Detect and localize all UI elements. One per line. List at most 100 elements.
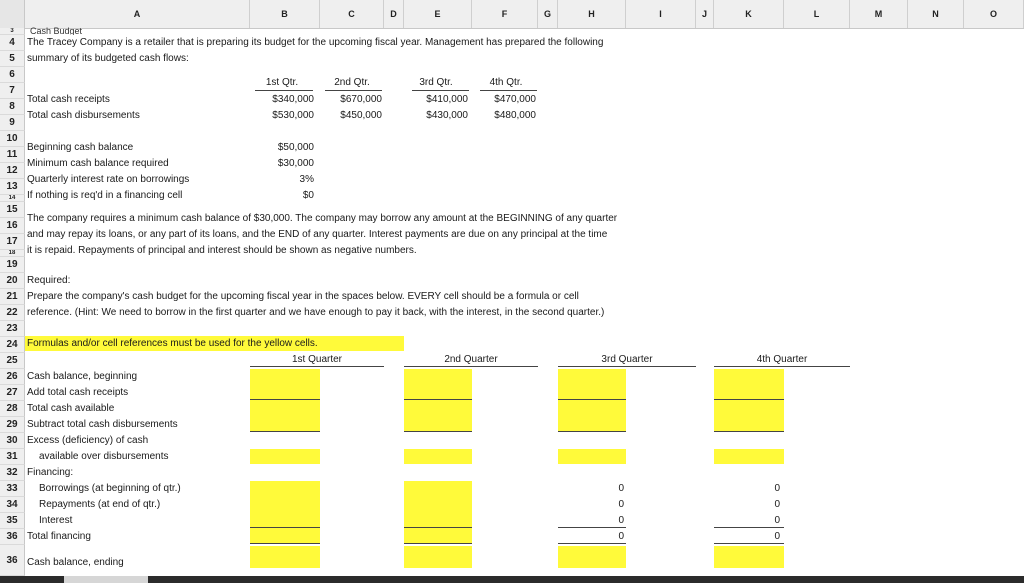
row-header[interactable]: 5 xyxy=(0,51,25,67)
row-header[interactable]: 13 xyxy=(0,179,25,195)
cell-a17[interactable]: it is repaid. Repayments of principal an… xyxy=(27,243,417,258)
cell-b8[interactable]: $530,000 xyxy=(250,108,314,123)
cell-a33[interactable]: Repayments (at end of qtr.) xyxy=(39,497,160,512)
cell-a30[interactable]: available over disbursements xyxy=(39,449,169,464)
cell-a15[interactable]: The company requires a minimum cash bala… xyxy=(27,211,617,226)
row-header[interactable]: 26 xyxy=(0,369,25,385)
row-header[interactable]: 4 xyxy=(0,35,25,51)
cell-f8[interactable]: $480,000 xyxy=(472,108,536,123)
cell-b6[interactable]: 1st Qtr. xyxy=(252,75,312,90)
row-header[interactable]: 14 xyxy=(0,195,25,202)
column-header-j[interactable]: J xyxy=(696,0,714,28)
row-header[interactable]: 31 xyxy=(0,449,25,465)
cell-b24[interactable]: 1st Quarter xyxy=(250,352,384,367)
cell-h33[interactable]: 0 xyxy=(558,497,624,512)
cell-b11[interactable]: $30,000 xyxy=(250,156,314,171)
input-cell-q2-rows25-28[interactable] xyxy=(404,369,472,432)
column-header-g[interactable]: G xyxy=(538,0,558,28)
column-header-d[interactable]: D xyxy=(384,0,404,28)
input-cell-q1-row30[interactable] xyxy=(250,449,320,464)
input-cell-q1-rows32-35[interactable] xyxy=(250,481,320,544)
cell-b13[interactable]: $0 xyxy=(250,188,314,203)
input-cell-q3-rows25-28[interactable] xyxy=(558,369,626,432)
column-header-k[interactable]: K xyxy=(714,0,784,28)
select-all-corner[interactable] xyxy=(0,0,25,28)
row-header[interactable]: 9 xyxy=(0,115,25,131)
column-header-o[interactable]: O xyxy=(964,0,1024,28)
cell-h35[interactable]: 0 xyxy=(558,529,624,544)
cell-c7[interactable]: $670,000 xyxy=(316,92,382,107)
cell-a23[interactable]: Formulas and/or cell references must be … xyxy=(27,336,318,351)
row-header[interactable]: 33 xyxy=(0,481,25,497)
cell-k32[interactable]: 0 xyxy=(714,481,780,496)
row-header[interactable]: 21 xyxy=(0,289,25,305)
row-header[interactable]: 22 xyxy=(0,305,25,321)
horizontal-scrollbar[interactable] xyxy=(0,576,1024,583)
row-header[interactable]: 25 xyxy=(0,353,25,369)
input-cell-q1-row36[interactable] xyxy=(250,546,320,568)
cell-e24[interactable]: 2nd Quarter xyxy=(404,352,538,367)
cell-h32[interactable]: 0 xyxy=(558,481,624,496)
cell-h34[interactable]: 0 xyxy=(558,513,624,528)
cell-a7[interactable]: Total cash receipts xyxy=(27,92,110,107)
row-header[interactable]: 11 xyxy=(0,147,25,163)
row-header[interactable]: 29 xyxy=(0,417,25,433)
cell-a11[interactable]: Minimum cash balance required xyxy=(27,156,169,171)
column-header-b[interactable]: B xyxy=(250,0,320,28)
cell-a5[interactable]: summary of its budgeted cash flows: xyxy=(27,51,189,66)
cell-a20[interactable]: Prepare the company's cash budget for th… xyxy=(27,289,579,304)
input-cell-q2-rows32-35[interactable] xyxy=(404,481,472,544)
row-header[interactable]: 36 xyxy=(0,553,25,569)
column-header-c[interactable]: C xyxy=(320,0,384,28)
column-header-h[interactable]: H xyxy=(558,0,626,28)
cell-b10[interactable]: $50,000 xyxy=(250,140,314,155)
cell-a4[interactable]: The Tracey Company is a retailer that is… xyxy=(27,35,603,50)
cell-a3[interactable]: Cash Budget xyxy=(30,26,82,35)
cell-a34[interactable]: Interest xyxy=(39,513,72,528)
cell-a29[interactable]: Excess (deficiency) of cash xyxy=(27,433,148,448)
cell-a10[interactable]: Beginning cash balance xyxy=(27,140,133,155)
cell-a16[interactable]: and may repay its loans, or any part of … xyxy=(27,227,607,242)
row-header[interactable]: 15 xyxy=(0,202,25,218)
cell-a35[interactable]: Total financing xyxy=(27,529,91,544)
column-header-m[interactable]: M xyxy=(850,0,908,28)
cell-k34[interactable]: 0 xyxy=(714,513,780,528)
row-header[interactable]: 35 xyxy=(0,513,25,529)
row-header[interactable]: 23 xyxy=(0,321,25,337)
column-header-a[interactable]: A xyxy=(25,0,250,28)
cell-a19[interactable]: Required: xyxy=(27,273,70,288)
cell-b12[interactable]: 3% xyxy=(250,172,314,187)
input-cell-q4-row30[interactable] xyxy=(714,449,784,464)
cell-k24[interactable]: 4th Quarter xyxy=(714,352,850,367)
cell-k35[interactable]: 0 xyxy=(714,529,780,544)
cell-c6[interactable]: 2nd Qtr. xyxy=(322,75,382,90)
row-header[interactable]: 18 xyxy=(0,250,25,257)
row-header[interactable]: 7 xyxy=(0,83,25,99)
row-header[interactable]: 10 xyxy=(0,131,25,147)
cell-h24[interactable]: 3rd Quarter xyxy=(558,352,696,367)
row-header[interactable]: 28 xyxy=(0,401,25,417)
row-header[interactable]: 36 xyxy=(0,529,25,545)
input-cell-q4-rows25-28[interactable] xyxy=(714,369,784,432)
input-cell-q4-row36[interactable] xyxy=(714,546,784,568)
cell-f6[interactable]: 4th Qtr. xyxy=(476,75,536,90)
column-header-i[interactable]: I xyxy=(626,0,696,28)
cell-a13[interactable]: If nothing is req'd in a financing cell xyxy=(27,188,182,203)
cell-a26[interactable]: Add total cash receipts xyxy=(27,385,128,400)
cell-e7[interactable]: $410,000 xyxy=(404,92,468,107)
cell-a8[interactable]: Total cash disbursements xyxy=(27,108,140,123)
row-header[interactable]: 16 xyxy=(0,218,25,234)
row-header[interactable]: 24 xyxy=(0,337,25,353)
cell-b7[interactable]: $340,000 xyxy=(250,92,314,107)
cell-a27[interactable]: Total cash available xyxy=(27,401,114,416)
input-cell-q3-row36[interactable] xyxy=(558,546,626,568)
cell-a36[interactable]: Cash balance, ending xyxy=(27,555,124,570)
row-header[interactable]: 27 xyxy=(0,385,25,401)
input-cell-q2-row30[interactable] xyxy=(404,449,472,464)
row-header[interactable]: 12 xyxy=(0,163,25,179)
cell-k33[interactable]: 0 xyxy=(714,497,780,512)
cell-a32[interactable]: Borrowings (at beginning of qtr.) xyxy=(39,481,181,496)
row-header[interactable]: 32 xyxy=(0,465,25,481)
cell-e8[interactable]: $430,000 xyxy=(404,108,468,123)
cell-c8[interactable]: $450,000 xyxy=(316,108,382,123)
